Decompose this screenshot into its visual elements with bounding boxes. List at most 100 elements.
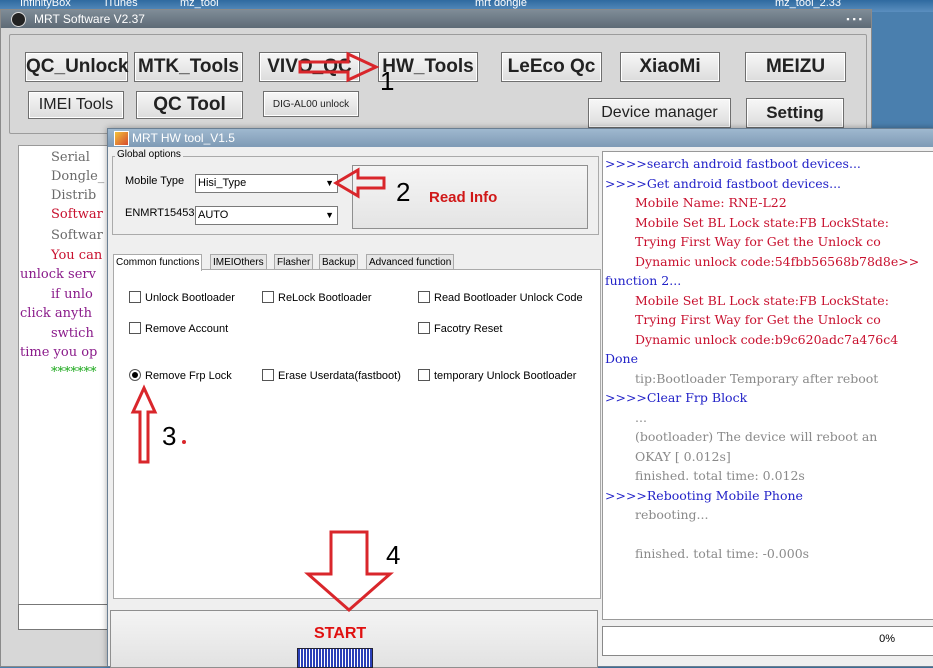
partial-log-line: time you op bbox=[20, 345, 98, 360]
log-line: ... bbox=[635, 409, 647, 425]
log-line: rebooting... bbox=[635, 507, 709, 522]
hw-tool-icon bbox=[114, 131, 129, 146]
partial-log-line: Serial bbox=[51, 150, 90, 165]
log-line: >>>>Get android fastboot devices... bbox=[605, 175, 842, 191]
hw-log-panel[interactable]: >>>>search android fastboot devices... >>… bbox=[602, 151, 933, 620]
checkbox-icon bbox=[262, 369, 274, 382]
log-line: Mobile Name: RNE-L22 bbox=[635, 195, 787, 210]
arrow-right-icon bbox=[298, 51, 380, 83]
factory-reset-checkbox[interactable]: Facotry Reset bbox=[418, 322, 502, 335]
window-controls-icon[interactable]: ▪▪▪ bbox=[846, 10, 865, 28]
temp-unlock-checkbox[interactable]: temporary Unlock Bootloader bbox=[418, 369, 577, 382]
small-progress-indicator bbox=[297, 648, 373, 668]
partial-log-line: click anyth bbox=[20, 306, 92, 321]
global-options-label: Global options bbox=[115, 149, 183, 160]
partial-log-line: unlock serv bbox=[20, 267, 96, 282]
partial-log-line: swtich bbox=[51, 326, 94, 341]
progress-bar: 0% bbox=[602, 626, 933, 656]
chevron-down-icon: ▼ bbox=[325, 178, 334, 188]
desktop-item[interactable]: mz_tool_2.33 bbox=[775, 0, 841, 9]
partial-log-line: You can bbox=[51, 248, 103, 263]
leeco-qc-button[interactable]: LeEco Qc bbox=[501, 52, 602, 82]
hw-dialog-titlebar[interactable]: MRT HW tool_V1.5 bbox=[108, 129, 933, 147]
partial-log-line: if unlo bbox=[51, 287, 93, 302]
desktop-item[interactable]: mrt dongle bbox=[475, 0, 527, 9]
temp-unlock-label: temporary Unlock Bootloader bbox=[434, 370, 577, 382]
log-line: Mobile Set BL Lock state:FB LockState: bbox=[635, 214, 889, 230]
mobile-type-label: Mobile Type bbox=[125, 175, 185, 187]
relock-bootloader-label: ReLock Bootloader bbox=[278, 292, 372, 304]
log-line: OKAY [ 0.012s] bbox=[635, 448, 731, 464]
partial-log-line: Softwar bbox=[51, 207, 103, 222]
remove-frp-label: Remove Frp Lock bbox=[145, 370, 232, 382]
tab-advanced-function[interactable]: Advanced function bbox=[366, 254, 455, 270]
start-label: START bbox=[314, 625, 367, 642]
read-unlock-code-checkbox[interactable]: Read Bootloader Unlock Code bbox=[418, 291, 583, 304]
enmrt-value: AUTO bbox=[198, 209, 229, 221]
step-3-label: 3 bbox=[162, 421, 177, 451]
step-4-label: 4 bbox=[386, 540, 401, 570]
qc-tool-button[interactable]: QC Tool bbox=[136, 91, 243, 119]
main-status-field[interactable] bbox=[18, 604, 115, 630]
tab-imei-others[interactable]: IMEIOthers bbox=[210, 254, 267, 270]
relock-bootloader-checkbox[interactable]: ReLock Bootloader bbox=[262, 291, 372, 304]
log-line: Trying First Way for Get the Unlock co bbox=[635, 312, 881, 327]
imei-tools-button[interactable]: IMEI Tools bbox=[28, 91, 124, 119]
erase-userdata-label: Erase Userdata(fastboot) bbox=[278, 370, 401, 382]
checkbox-icon bbox=[129, 291, 141, 304]
dig-al00-unlock-button[interactable]: DIG-AL00 unlock bbox=[263, 91, 359, 117]
hw-tool-dialog: MRT HW tool_V1.5 Global options Mobile T… bbox=[107, 128, 933, 668]
qc-unlock-button[interactable]: QC_Unlock bbox=[25, 52, 128, 82]
tab-flasher[interactable]: Flasher bbox=[274, 254, 314, 270]
log-line: Dynamic unlock code:b9c620adc7a476c4 bbox=[635, 331, 899, 347]
desktop-item[interactable]: InfinityBox bbox=[20, 0, 71, 9]
log-line: finished. total time: -0.000s bbox=[635, 546, 810, 561]
enmrt-select[interactable]: AUTO ▼ bbox=[195, 206, 338, 225]
chevron-down-icon: ▼ bbox=[325, 210, 334, 220]
log-line: function 2... bbox=[605, 273, 682, 288]
main-window-title: MRT Software V2.37 bbox=[34, 12, 145, 26]
checkbox-icon bbox=[418, 369, 430, 382]
log-line: >>>>Rebooting Mobile Phone bbox=[605, 487, 803, 503]
tab-common-functions[interactable]: Common functions bbox=[113, 254, 203, 271]
log-line: >>>>search android fastboot devices... bbox=[605, 156, 861, 171]
step-1-label: 1 bbox=[380, 66, 395, 96]
red-dot-icon bbox=[182, 440, 186, 444]
erase-userdata-checkbox[interactable]: Erase Userdata(fastboot) bbox=[262, 369, 401, 382]
unlock-bootloader-label: Unlock Bootloader bbox=[145, 292, 235, 304]
mtk-tools-button[interactable]: MTK_Tools bbox=[134, 52, 243, 82]
remove-frp-radio[interactable]: Remove Frp Lock bbox=[129, 369, 232, 382]
device-manager-button[interactable]: Device manager bbox=[588, 98, 731, 128]
remove-account-checkbox[interactable]: Remove Account bbox=[129, 322, 229, 335]
app-logo-icon bbox=[11, 12, 26, 27]
radio-selected-icon bbox=[129, 369, 141, 382]
checkbox-icon bbox=[129, 322, 141, 335]
partial-log-line: ******* bbox=[51, 365, 97, 380]
setting-button[interactable]: Setting bbox=[746, 98, 844, 128]
remove-account-label: Remove Account bbox=[145, 323, 229, 335]
read-info-label: Read Info bbox=[429, 189, 498, 206]
log-line: tip:Bootloader Temporary after reboot bbox=[635, 370, 879, 386]
unlock-bootloader-checkbox[interactable]: Unlock Bootloader bbox=[129, 291, 235, 304]
log-line: Done bbox=[605, 351, 638, 366]
desktop-item[interactable]: iTunes bbox=[105, 0, 138, 9]
log-line: >>>>Clear Frp Block bbox=[605, 390, 748, 405]
xiaomi-button[interactable]: XiaoMi bbox=[620, 52, 720, 82]
main-toolbar-group bbox=[9, 34, 867, 134]
desktop-item[interactable]: mz_tool bbox=[180, 0, 219, 9]
arrow-left-icon bbox=[333, 167, 386, 199]
tab-backup[interactable]: Backup bbox=[319, 254, 359, 270]
arrow-down-icon bbox=[304, 530, 394, 612]
mobile-type-select[interactable]: Hisi_Type ▼ bbox=[195, 174, 338, 193]
progress-percent: 0% bbox=[879, 633, 895, 645]
checkbox-icon bbox=[418, 322, 430, 335]
enmrt-label: ENMRT15453 bbox=[125, 207, 195, 219]
main-titlebar[interactable]: MRT Software V2.37 ▪▪▪ bbox=[1, 10, 871, 28]
arrow-up-icon bbox=[130, 384, 158, 464]
meizu-button[interactable]: MEIZU bbox=[745, 52, 846, 82]
partial-log-line: Softwar bbox=[51, 228, 103, 243]
read-unlock-code-label: Read Bootloader Unlock Code bbox=[434, 292, 583, 304]
partial-log-line: Dongle_ bbox=[51, 169, 105, 184]
log-line: Mobile Set BL Lock state:FB LockState: bbox=[635, 292, 889, 308]
log-line: Dynamic unlock code:54fbb56568b78d8e>> bbox=[635, 253, 920, 269]
